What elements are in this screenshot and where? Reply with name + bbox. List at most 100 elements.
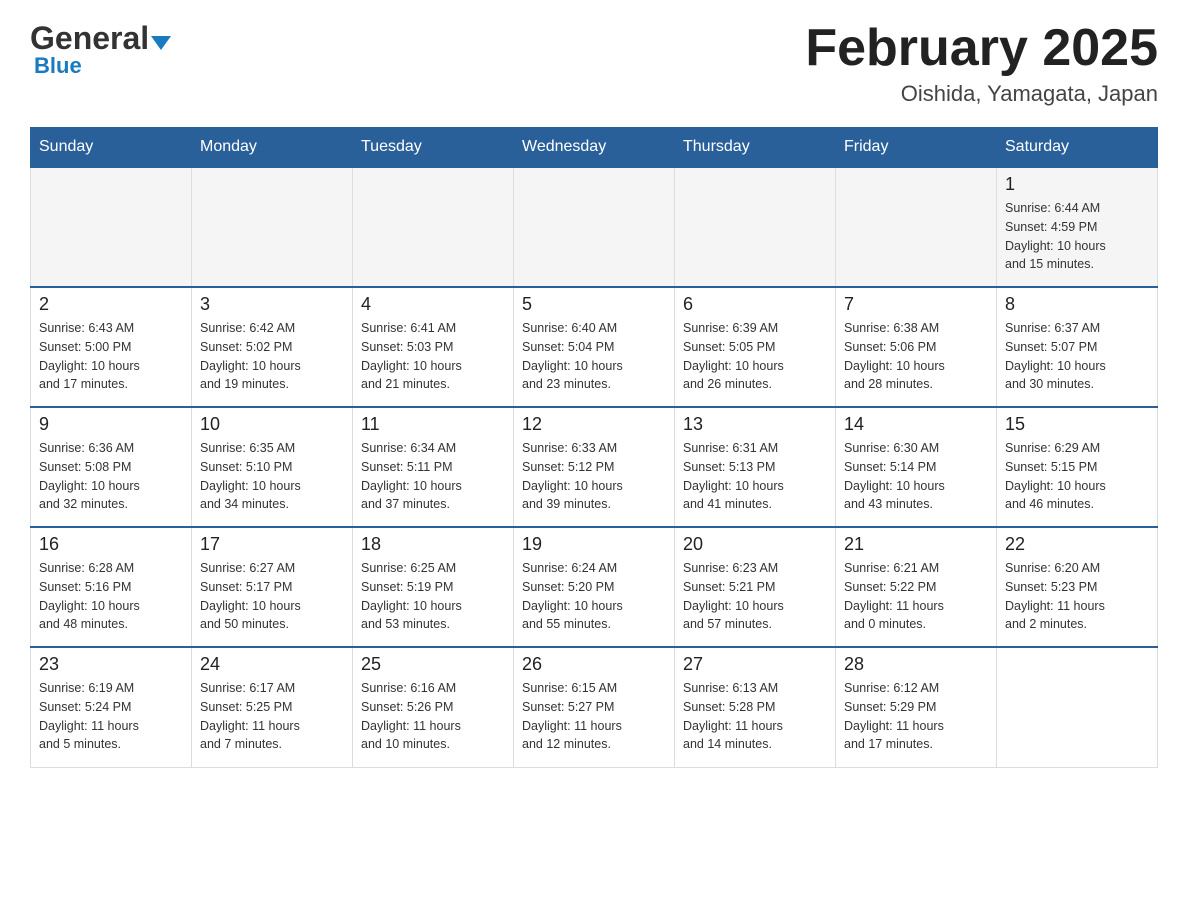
day-info: Sunrise: 6:43 AM Sunset: 5:00 PM Dayligh…	[39, 319, 183, 394]
day-number: 16	[39, 534, 183, 555]
day-info: Sunrise: 6:19 AM Sunset: 5:24 PM Dayligh…	[39, 679, 183, 754]
calendar-cell: 16Sunrise: 6:28 AM Sunset: 5:16 PM Dayli…	[31, 527, 192, 647]
day-number: 25	[361, 654, 505, 675]
header-thursday: Thursday	[675, 128, 836, 168]
calendar-cell: 22 Sunrise: 6:20 AM Sunset: 5:23 PM Dayli…	[997, 527, 1158, 647]
day-number: 24	[200, 654, 344, 675]
day-info: Sunrise: 6:37 AM Sunset: 5:07 PM Dayligh…	[1005, 319, 1149, 394]
logo-blue: Blue	[34, 53, 82, 79]
calendar-cell: 21 Sunrise: 6:21 AM Sunset: 5:22 PM Dayli…	[836, 527, 997, 647]
calendar-cell: 12Sunrise: 6:33 AM Sunset: 5:12 PM Dayli…	[514, 407, 675, 527]
calendar-week-row: 1 Sunrise: 6:44 AM Sunset: 4:59 PM Daylig…	[31, 167, 1158, 287]
day-info: Sunrise: 6:44 AM Sunset: 4:59 PM Dayligh…	[1005, 199, 1149, 274]
day-number: 27	[683, 654, 827, 675]
page-header: General Blue February 2025 Oishida, Yama…	[30, 20, 1158, 107]
calendar-cell: 18Sunrise: 6:25 AM Sunset: 5:19 PM Dayli…	[353, 527, 514, 647]
day-number: 8	[1005, 294, 1149, 315]
day-info: Sunrise: 6:36 AM Sunset: 5:08 PM Dayligh…	[39, 439, 183, 514]
calendar-body: 1 Sunrise: 6:44 AM Sunset: 4:59 PM Daylig…	[31, 167, 1158, 767]
calendar-cell: 11Sunrise: 6:34 AM Sunset: 5:11 PM Dayli…	[353, 407, 514, 527]
day-info: Sunrise: 6:39 AM Sunset: 5:05 PM Dayligh…	[683, 319, 827, 394]
month-title: February 2025	[805, 20, 1158, 77]
day-number: 13	[683, 414, 827, 435]
calendar-week-row: 2 Sunrise: 6:43 AM Sunset: 5:00 PM Daylig…	[31, 287, 1158, 407]
calendar-cell	[997, 647, 1158, 767]
day-info: Sunrise: 6:13 AM Sunset: 5:28 PM Dayligh…	[683, 679, 827, 754]
day-number: 4	[361, 294, 505, 315]
calendar-week-row: 9 Sunrise: 6:36 AM Sunset: 5:08 PM Daylig…	[31, 407, 1158, 527]
day-info: Sunrise: 6:17 AM Sunset: 5:25 PM Dayligh…	[200, 679, 344, 754]
calendar-cell: 9 Sunrise: 6:36 AM Sunset: 5:08 PM Daylig…	[31, 407, 192, 527]
calendar-cell: 19Sunrise: 6:24 AM Sunset: 5:20 PM Dayli…	[514, 527, 675, 647]
day-info: Sunrise: 6:27 AM Sunset: 5:17 PM Dayligh…	[200, 559, 344, 634]
day-info: Sunrise: 6:24 AM Sunset: 5:20 PM Dayligh…	[522, 559, 666, 634]
day-info: Sunrise: 6:20 AM Sunset: 5:23 PM Dayligh…	[1005, 559, 1149, 634]
calendar-cell: 15Sunrise: 6:29 AM Sunset: 5:15 PM Dayli…	[997, 407, 1158, 527]
calendar-cell: 8 Sunrise: 6:37 AM Sunset: 5:07 PM Daylig…	[997, 287, 1158, 407]
day-number: 15	[1005, 414, 1149, 435]
calendar-cell: 6 Sunrise: 6:39 AM Sunset: 5:05 PM Daylig…	[675, 287, 836, 407]
header-tuesday: Tuesday	[353, 128, 514, 168]
calendar-header: Sunday Monday Tuesday Wednesday Thursday…	[31, 128, 1158, 168]
location: Oishida, Yamagata, Japan	[805, 81, 1158, 107]
calendar-week-row: 16Sunrise: 6:28 AM Sunset: 5:16 PM Dayli…	[31, 527, 1158, 647]
logo-general: General	[30, 20, 149, 56]
day-info: Sunrise: 6:23 AM Sunset: 5:21 PM Dayligh…	[683, 559, 827, 634]
logo: General Blue	[30, 20, 171, 79]
day-number: 2	[39, 294, 183, 315]
calendar-cell: 14 Sunrise: 6:30 AM Sunset: 5:14 PM Dayli…	[836, 407, 997, 527]
day-number: 20	[683, 534, 827, 555]
calendar-cell	[31, 167, 192, 287]
calendar-cell	[675, 167, 836, 287]
header-monday: Monday	[192, 128, 353, 168]
calendar-cell: 13 Sunrise: 6:31 AM Sunset: 5:13 PM Dayli…	[675, 407, 836, 527]
day-number: 7	[844, 294, 988, 315]
day-number: 1	[1005, 174, 1149, 195]
day-number: 12	[522, 414, 666, 435]
calendar-cell: 25 Sunrise: 6:16 AM Sunset: 5:26 PM Dayli…	[353, 647, 514, 767]
day-info: Sunrise: 6:31 AM Sunset: 5:13 PM Dayligh…	[683, 439, 827, 514]
calendar-cell: 23 Sunrise: 6:19 AM Sunset: 5:24 PM Dayli…	[31, 647, 192, 767]
calendar-cell: 4 Sunrise: 6:41 AM Sunset: 5:03 PM Daylig…	[353, 287, 514, 407]
day-info: Sunrise: 6:12 AM Sunset: 5:29 PM Dayligh…	[844, 679, 988, 754]
header-friday: Friday	[836, 128, 997, 168]
calendar-week-row: 23 Sunrise: 6:19 AM Sunset: 5:24 PM Dayli…	[31, 647, 1158, 767]
day-info: Sunrise: 6:41 AM Sunset: 5:03 PM Dayligh…	[361, 319, 505, 394]
day-number: 26	[522, 654, 666, 675]
day-info: Sunrise: 6:15 AM Sunset: 5:27 PM Dayligh…	[522, 679, 666, 754]
calendar-cell: 20 Sunrise: 6:23 AM Sunset: 5:21 PM Dayli…	[675, 527, 836, 647]
day-info: Sunrise: 6:34 AM Sunset: 5:11 PM Dayligh…	[361, 439, 505, 514]
calendar-cell: 10Sunrise: 6:35 AM Sunset: 5:10 PM Dayli…	[192, 407, 353, 527]
calendar-cell: 2 Sunrise: 6:43 AM Sunset: 5:00 PM Daylig…	[31, 287, 192, 407]
day-number: 22	[1005, 534, 1149, 555]
calendar-cell: 24 Sunrise: 6:17 AM Sunset: 5:25 PM Dayli…	[192, 647, 353, 767]
day-info: Sunrise: 6:35 AM Sunset: 5:10 PM Dayligh…	[200, 439, 344, 514]
day-number: 23	[39, 654, 183, 675]
header-wednesday: Wednesday	[514, 128, 675, 168]
day-number: 6	[683, 294, 827, 315]
calendar-cell: 3 Sunrise: 6:42 AM Sunset: 5:02 PM Daylig…	[192, 287, 353, 407]
day-number: 3	[200, 294, 344, 315]
day-number: 18	[361, 534, 505, 555]
calendar-cell: 17Sunrise: 6:27 AM Sunset: 5:17 PM Dayli…	[192, 527, 353, 647]
day-number: 21	[844, 534, 988, 555]
day-number: 9	[39, 414, 183, 435]
calendar-cell: 5 Sunrise: 6:40 AM Sunset: 5:04 PM Daylig…	[514, 287, 675, 407]
day-info: Sunrise: 6:42 AM Sunset: 5:02 PM Dayligh…	[200, 319, 344, 394]
day-number: 14	[844, 414, 988, 435]
calendar-table: Sunday Monday Tuesday Wednesday Thursday…	[30, 127, 1158, 768]
day-info: Sunrise: 6:40 AM Sunset: 5:04 PM Dayligh…	[522, 319, 666, 394]
logo-wordmark: General	[30, 20, 171, 57]
logo-triangle-icon	[151, 36, 171, 50]
calendar-cell	[836, 167, 997, 287]
calendar-cell: 27 Sunrise: 6:13 AM Sunset: 5:28 PM Dayli…	[675, 647, 836, 767]
calendar-cell: 28Sunrise: 6:12 AM Sunset: 5:29 PM Dayli…	[836, 647, 997, 767]
day-info: Sunrise: 6:21 AM Sunset: 5:22 PM Dayligh…	[844, 559, 988, 634]
day-number: 5	[522, 294, 666, 315]
calendar-cell: 26 Sunrise: 6:15 AM Sunset: 5:27 PM Dayli…	[514, 647, 675, 767]
day-info: Sunrise: 6:38 AM Sunset: 5:06 PM Dayligh…	[844, 319, 988, 394]
day-info: Sunrise: 6:16 AM Sunset: 5:26 PM Dayligh…	[361, 679, 505, 754]
day-info: Sunrise: 6:30 AM Sunset: 5:14 PM Dayligh…	[844, 439, 988, 514]
weekday-header-row: Sunday Monday Tuesday Wednesday Thursday…	[31, 128, 1158, 168]
calendar-cell: 1 Sunrise: 6:44 AM Sunset: 4:59 PM Daylig…	[997, 167, 1158, 287]
